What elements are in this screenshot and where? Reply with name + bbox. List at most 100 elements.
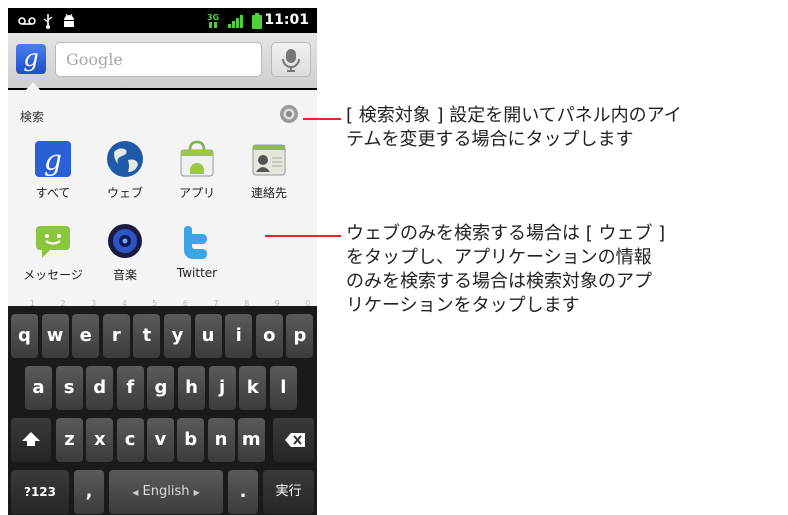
key-m[interactable]: m bbox=[237, 418, 265, 462]
key-b[interactable]: b bbox=[177, 418, 205, 462]
network-3g-icon: 3G bbox=[206, 8, 220, 33]
comma-key[interactable]: , bbox=[74, 470, 104, 514]
panel-title: 検索 bbox=[20, 110, 45, 124]
source-item-messaging[interactable]: メッセージ bbox=[18, 222, 88, 294]
key-label: p bbox=[293, 325, 307, 346]
key-l[interactable]: l bbox=[269, 366, 297, 410]
settings-callout-text: [ 検索対象 ] 設定を開いてパネル内のアイ テムを変更する場合にタップします bbox=[346, 105, 682, 150]
key-label: z bbox=[64, 429, 75, 450]
gear-icon[interactable] bbox=[279, 104, 299, 124]
key-p[interactable]: p0 bbox=[286, 300, 314, 358]
search-input[interactable]: Google bbox=[55, 42, 262, 77]
enter-key[interactable]: 実行 bbox=[263, 470, 314, 514]
key-t[interactable]: t5 bbox=[133, 300, 161, 358]
key-label: w bbox=[46, 325, 64, 346]
key-v[interactable]: v bbox=[146, 418, 174, 462]
period-key[interactable]: . bbox=[228, 470, 258, 514]
search-bar: g Google bbox=[8, 33, 317, 88]
messaging-icon bbox=[34, 222, 72, 260]
key-label: l bbox=[280, 377, 287, 398]
key-a[interactable]: a bbox=[25, 366, 52, 410]
source-item-apps[interactable]: アプリ bbox=[162, 140, 232, 212]
status-bar: 3G 11:01 bbox=[8, 8, 317, 33]
source-item-label: メッセージ bbox=[23, 268, 83, 282]
key-label: v bbox=[154, 429, 167, 450]
key-label: r bbox=[111, 325, 121, 346]
svg-text:g: g bbox=[44, 144, 62, 177]
source-item-web[interactable]: ウェブ bbox=[90, 140, 160, 212]
key-e[interactable]: e3 bbox=[72, 300, 100, 358]
key-d[interactable]: d bbox=[86, 366, 114, 410]
key-h[interactable]: h bbox=[178, 366, 205, 410]
phone-screen: 3G 11:01 g Google 検索 g すべて ウェブ アプリ 連絡先 メ… bbox=[8, 8, 317, 515]
key-label: m bbox=[241, 429, 261, 450]
source-item-label: すべて bbox=[35, 186, 71, 200]
key-label: d bbox=[93, 377, 107, 398]
key-x[interactable]: x bbox=[86, 418, 114, 462]
globe-icon bbox=[106, 140, 144, 178]
key-o[interactable]: o9 bbox=[255, 300, 283, 358]
search-source-button[interactable]: g bbox=[16, 44, 48, 76]
key-hint: 6 bbox=[182, 299, 188, 308]
search-source-panel: 検索 g すべて ウェブ アプリ 連絡先 メッセージ 音楽 Twitter bbox=[8, 90, 317, 306]
language-left-arrow-icon: ◀ bbox=[132, 488, 139, 497]
key-s[interactable]: s bbox=[55, 366, 83, 410]
voice-search-button[interactable] bbox=[271, 42, 311, 77]
key-label: n bbox=[214, 429, 228, 450]
key-y[interactable]: y6 bbox=[164, 300, 191, 358]
key-hint: 9 bbox=[274, 299, 280, 308]
source-item-label: Twitter bbox=[176, 266, 218, 280]
google-icon: g bbox=[34, 140, 72, 178]
source-item-contacts[interactable]: 連絡先 bbox=[234, 140, 304, 212]
key-k[interactable]: k bbox=[239, 366, 267, 410]
source-item-music[interactable]: 音楽 bbox=[90, 222, 160, 294]
backspace-key[interactable] bbox=[273, 418, 314, 462]
source-item-all[interactable]: g すべて bbox=[18, 140, 88, 212]
source-item-twitter[interactable]: Twitter bbox=[162, 222, 232, 294]
key-u[interactable]: u7 bbox=[194, 300, 222, 358]
key-label: y bbox=[171, 325, 184, 346]
key-w[interactable]: w2 bbox=[41, 300, 69, 358]
key-label: u bbox=[201, 325, 215, 346]
settings-callout-leader bbox=[303, 118, 341, 120]
keyboard-row-1: q1w2e3r4t5y6u7i8o9p0 bbox=[8, 300, 317, 362]
signal-icon bbox=[228, 8, 244, 33]
key-hint: 7 bbox=[213, 299, 219, 308]
keyboard-row-3: zxcvbnm bbox=[8, 414, 317, 466]
svg-text:3G: 3G bbox=[207, 13, 219, 22]
key-label: i bbox=[235, 325, 242, 346]
shift-key[interactable] bbox=[11, 418, 51, 462]
key-j[interactable]: j bbox=[208, 366, 236, 410]
key-hint: 4 bbox=[121, 299, 127, 308]
clock: 11:01 bbox=[264, 12, 309, 28]
usb-icon bbox=[42, 8, 54, 33]
key-g[interactable]: g bbox=[147, 366, 175, 410]
key-r[interactable]: r4 bbox=[102, 300, 130, 358]
web-callout-leader bbox=[265, 235, 341, 237]
key-z[interactable]: z bbox=[56, 418, 83, 462]
microphone-icon bbox=[282, 49, 300, 72]
key-hint: 5 bbox=[152, 299, 158, 308]
key-label: q bbox=[18, 325, 31, 346]
key-i[interactable]: i8 bbox=[225, 300, 253, 358]
key-q[interactable]: q1 bbox=[11, 300, 38, 358]
space-key[interactable]: ◀ English ▶ bbox=[109, 470, 223, 514]
market-bag-icon bbox=[178, 140, 216, 178]
key-hint: 3 bbox=[91, 299, 97, 308]
key-f[interactable]: f bbox=[116, 366, 144, 410]
backspace-icon bbox=[285, 433, 305, 447]
language-right-arrow-icon: ▶ bbox=[193, 488, 200, 497]
source-item-label: 連絡先 bbox=[250, 186, 287, 200]
android-debug-icon bbox=[62, 8, 76, 33]
key-label: e bbox=[79, 325, 92, 346]
key-label: c bbox=[124, 429, 136, 450]
key-label: f bbox=[126, 377, 135, 398]
key-hint: 2 bbox=[60, 299, 66, 308]
key-c[interactable]: c bbox=[116, 418, 144, 462]
key-label: k bbox=[246, 377, 259, 398]
key-n[interactable]: n bbox=[207, 418, 235, 462]
symbols-key[interactable]: ?123 bbox=[11, 470, 69, 514]
key-label: o bbox=[263, 325, 276, 346]
key-label: a bbox=[32, 377, 45, 398]
source-item-label: アプリ bbox=[178, 186, 215, 200]
